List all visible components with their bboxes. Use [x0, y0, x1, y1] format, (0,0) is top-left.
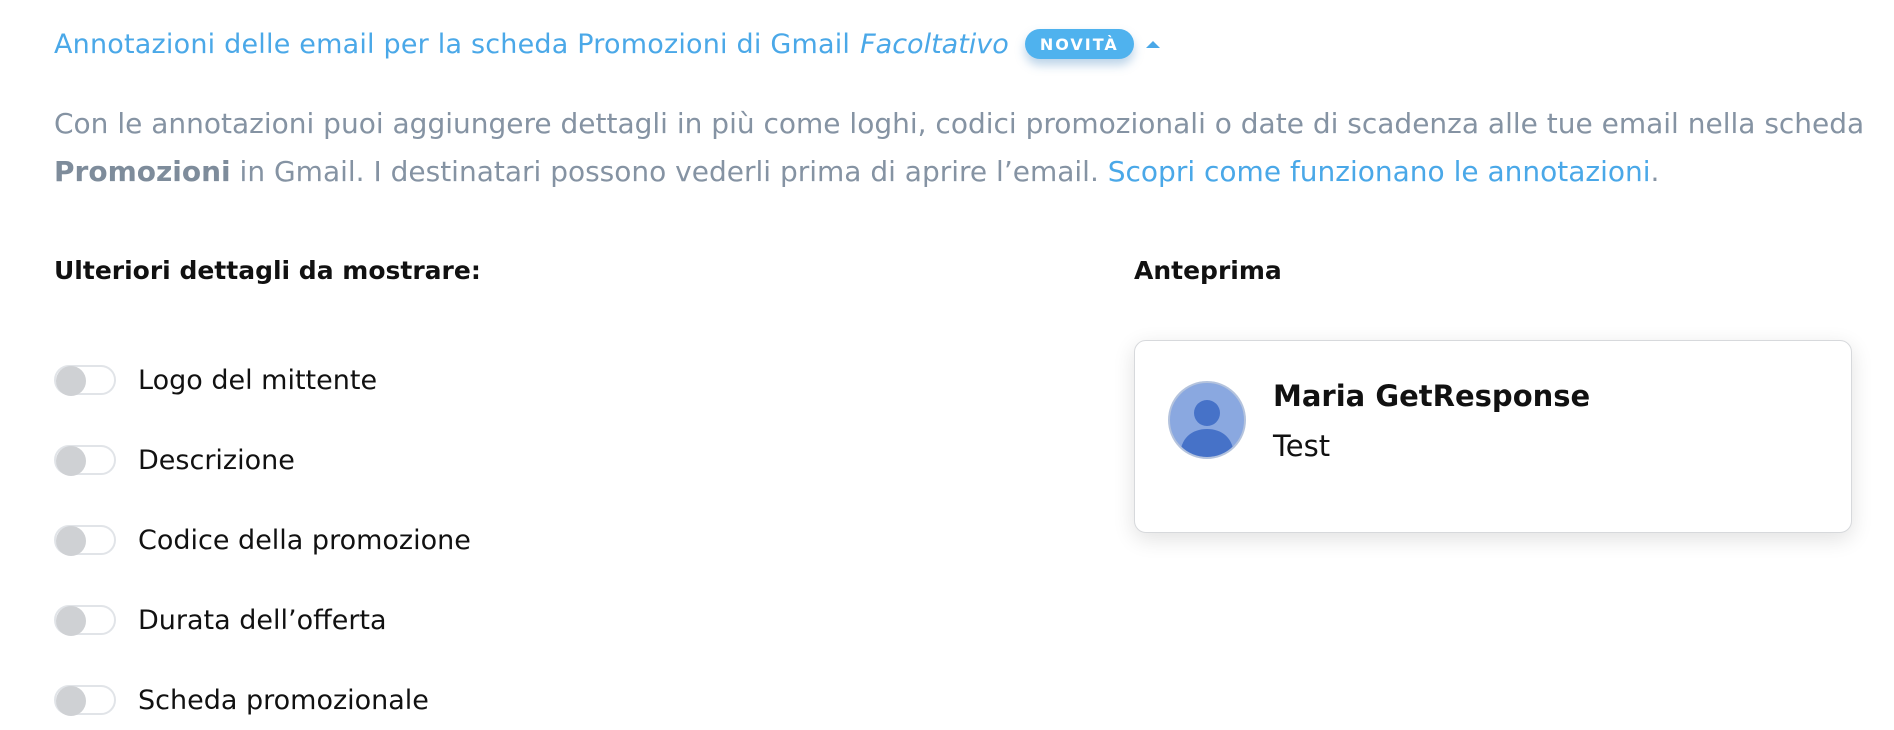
- sender-logo-toggle[interactable]: [54, 365, 116, 396]
- toggle-label: Descrizione: [138, 444, 295, 476]
- toggle-knob: [56, 366, 86, 396]
- offer-duration-toggle[interactable]: [54, 605, 116, 636]
- email-subject: Test: [1273, 429, 1331, 463]
- toggle-knob: [56, 686, 86, 716]
- toggle-label: Scheda promozionale: [138, 684, 429, 716]
- promo-code-toggle[interactable]: [54, 525, 116, 556]
- toggle-label: Codice della promozione: [138, 524, 471, 556]
- description-period: .: [1650, 155, 1660, 188]
- description-toggle[interactable]: [54, 445, 116, 476]
- person-silhouette-icon: [1180, 400, 1234, 457]
- caret-up-icon[interactable]: [1145, 40, 1160, 48]
- learn-more-link[interactable]: Scopri come funzionano le annotazioni: [1108, 155, 1651, 188]
- toggle-row-promo-code[interactable]: Codice della promozione: [54, 500, 471, 580]
- toggle-row-promo-card[interactable]: Scheda promozionale: [54, 660, 471, 730]
- user-avatar-icon: [1168, 381, 1246, 459]
- details-heading: Ulteriori dettagli da mostrare:: [54, 256, 481, 285]
- toggle-knob: [56, 526, 86, 556]
- description-line-2: Promozioni in Gmail. I destinatari posso…: [54, 148, 1854, 196]
- section-description: Con le annotazioni puoi aggiungere detta…: [54, 100, 1865, 196]
- email-preview-card: Maria GetResponse Test: [1134, 340, 1852, 533]
- toggle-label: Durata dell’offerta: [138, 604, 387, 636]
- preview-heading: Anteprima: [1134, 256, 1282, 285]
- optional-label: Facoltativo: [860, 28, 1009, 60]
- details-toggle-list: Logo del mittente Descrizione Codice del…: [54, 340, 471, 730]
- promotions-bold: Promozioni: [54, 155, 231, 188]
- toggle-knob: [56, 606, 86, 636]
- description-line-1: Con le annotazioni puoi aggiungere detta…: [54, 107, 1865, 140]
- new-badge: NOVITÀ: [1024, 29, 1134, 59]
- toggle-row-description[interactable]: Descrizione: [54, 420, 471, 500]
- toggle-row-sender-logo[interactable]: Logo del mittente: [54, 340, 471, 420]
- toggle-row-offer-duration[interactable]: Durata dell’offerta: [54, 580, 471, 660]
- promo-card-toggle[interactable]: [54, 685, 116, 716]
- section-title: Annotazioni delle email per la scheda Pr…: [54, 28, 851, 60]
- sender-name: Maria GetResponse: [1273, 379, 1591, 413]
- toggle-label: Logo del mittente: [138, 364, 378, 396]
- description-text: in Gmail. I destinatari possono vederli …: [230, 155, 1108, 188]
- annotations-section-toggle[interactable]: Annotazioni delle email per la scheda Pr…: [54, 24, 1160, 64]
- toggle-knob: [56, 446, 86, 476]
